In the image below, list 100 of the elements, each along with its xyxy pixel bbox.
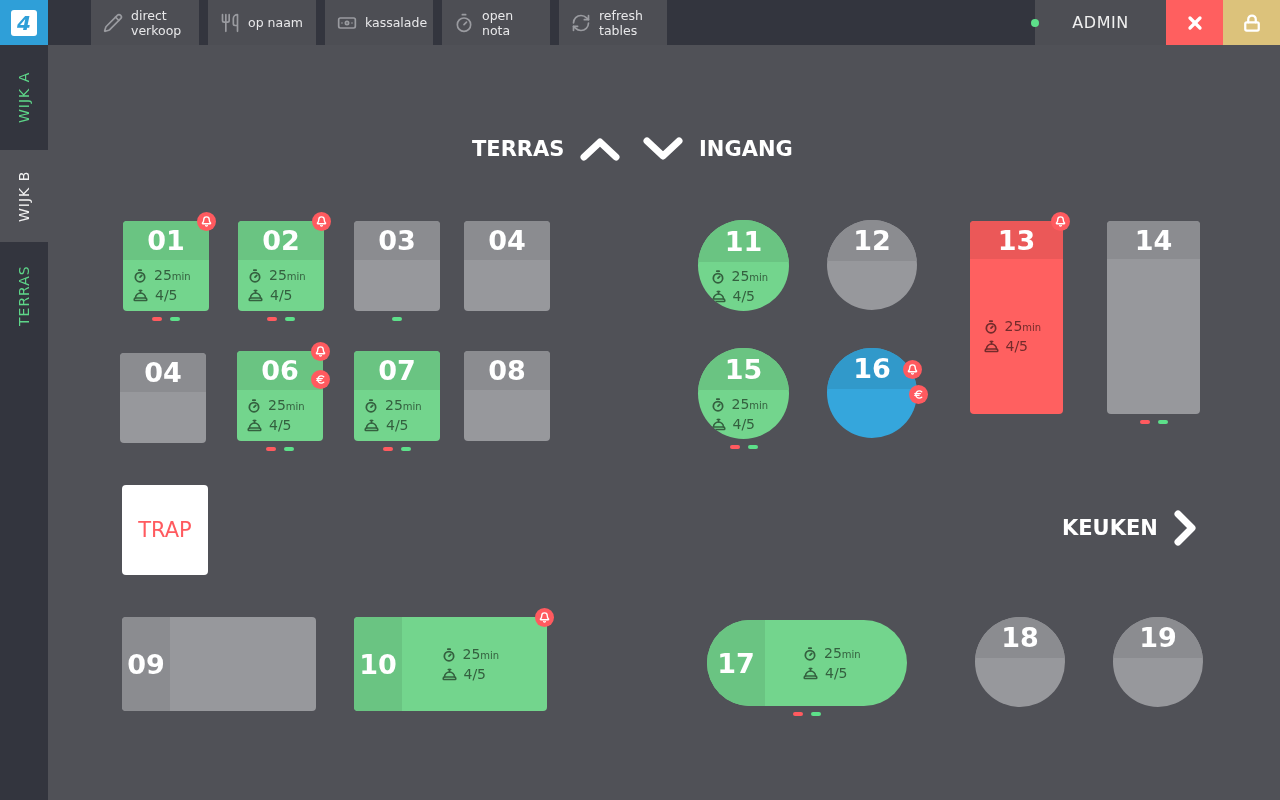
chevron-right-icon [1173, 510, 1196, 546]
stopwatch-icon [441, 647, 456, 662]
alert-badge[interactable] [903, 360, 922, 379]
table-number: 01 [147, 225, 185, 256]
alert-badge[interactable] [1051, 212, 1070, 231]
table-number: 03 [378, 225, 416, 256]
time-text: 25min [385, 397, 422, 415]
table[interactable]: 02 25min 4/5 [238, 221, 324, 311]
guests-text: 4/5 [825, 664, 848, 682]
table[interactable]: 12 [827, 220, 917, 310]
table[interactable]: 04 [120, 353, 206, 443]
section-tab[interactable]: WIJK B [0, 150, 48, 242]
toolbar-button[interactable]: open nota [442, 0, 550, 45]
table[interactable]: 15 25min 4/5 [698, 348, 789, 439]
toolbar-button[interactable]: direct verkoop [91, 0, 199, 45]
table-number: 10 [359, 648, 397, 680]
table[interactable]: 17 25min 4/5 [707, 620, 907, 706]
bell-icon [315, 346, 326, 357]
table-number: 04 [488, 225, 526, 256]
stopwatch-icon [248, 269, 262, 283]
time-text: 25min [824, 644, 861, 663]
bell-icon [539, 612, 550, 623]
table-number: 14 [1134, 224, 1173, 256]
table[interactable]: 08 [464, 351, 550, 441]
table[interactable]: 18 [975, 617, 1065, 707]
table[interactable]: 07 25min 4/5 [354, 351, 440, 441]
cloche-icon [247, 418, 262, 433]
cloche-icon [441, 666, 457, 682]
table[interactable]: 16 [827, 348, 917, 438]
table[interactable]: 13 25min 4/5 [970, 221, 1063, 414]
guests-text: 4/5 [1005, 338, 1029, 355]
table[interactable]: 09 [122, 617, 316, 711]
guests-text: 4/5 [270, 287, 293, 304]
guests-text: 4/5 [269, 417, 292, 434]
euro-icon [913, 389, 924, 400]
table[interactable]: 19 [1113, 617, 1203, 707]
table[interactable]: 01 25min 4/5 [123, 221, 209, 311]
alert-badge[interactable] [535, 608, 554, 627]
table[interactable]: 03 [354, 221, 440, 311]
cloche-icon [364, 418, 379, 433]
table-number: 08 [488, 355, 526, 386]
table-number: 16 [853, 353, 891, 384]
guests-text: 4/5 [732, 288, 756, 305]
guests-text: 4/5 [732, 416, 756, 433]
time-text: 25min [269, 267, 306, 285]
lock-icon [1242, 13, 1261, 32]
toolbar-button[interactable]: kassalade [325, 0, 433, 45]
table-number: 07 [378, 355, 416, 386]
table-number: 13 [997, 224, 1036, 256]
pencil-icon [103, 12, 123, 33]
table-number: 19 [1139, 622, 1177, 653]
cloche-icon [133, 288, 148, 303]
bell-icon [907, 364, 918, 375]
table-number: 15 [724, 353, 763, 385]
time-text: 25min [1004, 318, 1042, 336]
time-text: 25min [731, 396, 769, 414]
toolbar-button[interactable]: op naam [208, 0, 316, 45]
cloche-icon [710, 417, 726, 432]
time-text: 25min [268, 397, 305, 415]
cloche-icon [248, 288, 263, 303]
table[interactable]: 14 [1107, 221, 1200, 414]
user-name: ADMIN [1035, 0, 1166, 45]
nav-link[interactable]: INGANG [643, 132, 793, 166]
guests-text: 4/5 [155, 287, 178, 304]
bell-icon [1055, 216, 1066, 227]
table-number: 02 [262, 225, 300, 256]
cloche-icon [803, 665, 818, 681]
time-text: 25min [154, 267, 191, 285]
alert-badge[interactable] [311, 342, 330, 361]
chevron-down-icon [643, 137, 683, 161]
table-number: 04 [144, 357, 182, 388]
chevron-up-icon [580, 137, 621, 161]
stopwatch-icon [710, 398, 725, 412]
nav-link[interactable]: KEUKEN [1062, 511, 1196, 545]
table[interactable]: 10 25min 4/5 [354, 617, 547, 711]
alert-badge[interactable] [312, 212, 331, 231]
bell-icon [316, 216, 327, 227]
table[interactable]: 06 25min 4/5 [237, 351, 323, 441]
euro-icon [315, 374, 326, 385]
table-number: 09 [127, 648, 165, 680]
cloche-icon [983, 339, 999, 354]
table-number: 12 [853, 225, 891, 256]
stopwatch-icon [133, 269, 147, 283]
table[interactable]: 04 [464, 221, 550, 311]
stopwatch-icon [454, 12, 474, 33]
stopwatch-icon [710, 270, 725, 284]
alert-badge[interactable] [197, 212, 216, 231]
stopwatch-icon [983, 320, 998, 334]
close-button[interactable] [1166, 0, 1223, 45]
cloche-icon [710, 289, 726, 304]
guests-text: 4/5 [386, 417, 409, 434]
stopwatch-icon [247, 399, 261, 413]
utensils-icon [220, 12, 240, 33]
table[interactable]: 11 25min 4/5 [698, 220, 789, 311]
toolbar-button[interactable]: refresh tables [559, 0, 667, 45]
app-logo[interactable]: 4 [0, 0, 48, 45]
refresh-icon [571, 12, 591, 33]
nav-link[interactable]: TERRAS [472, 132, 621, 166]
bell-icon [201, 216, 212, 227]
table-number: 11 [724, 225, 763, 257]
